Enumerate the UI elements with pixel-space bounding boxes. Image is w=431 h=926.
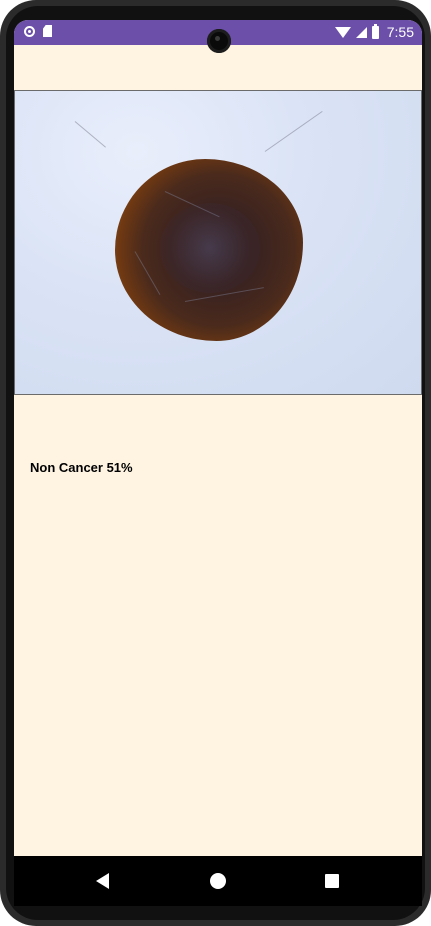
front-camera [207,29,231,53]
hair-strand [74,121,106,148]
skin-lesion-image [14,90,422,395]
lesion-core [160,203,260,293]
home-icon[interactable] [210,873,226,889]
sd-card-icon [43,25,52,37]
notification-ring-icon [24,25,35,37]
back-icon[interactable] [96,873,109,889]
status-left-icons [24,25,52,37]
phone-frame: 7:55 Non Cancer 51% [0,0,431,926]
status-right-icons: 7:55 [334,23,414,40]
battery-icon [371,23,379,39]
navigation-bar [14,856,422,906]
cell-signal-icon [355,26,367,38]
app-screen: 7:55 Non Cancer 51% [14,20,422,906]
hair-strand [264,110,323,152]
wifi-icon [334,26,351,38]
recents-icon[interactable] [325,874,339,888]
prediction-result: Non Cancer 51% [30,460,133,475]
status-clock: 7:55 [386,24,414,40]
